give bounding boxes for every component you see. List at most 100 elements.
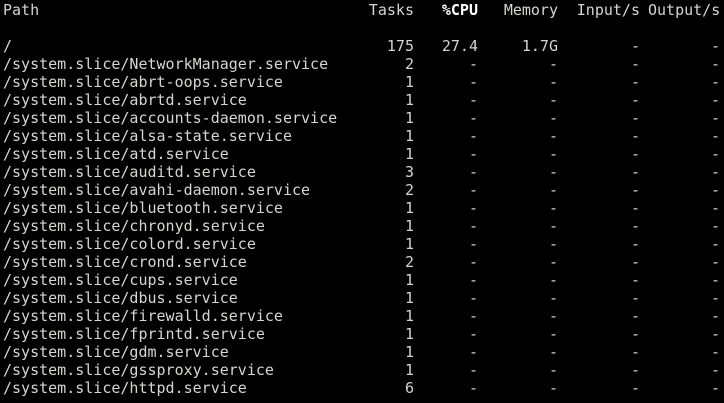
cell-cpu: -: [468, 199, 478, 217]
cell-tasks: 1: [404, 199, 414, 217]
table-row[interactable]: /system.slice/dbus.service 1 - - - -: [0, 289, 724, 307]
cell-tasks: 1: [404, 109, 414, 127]
cell-cpu: -: [468, 127, 478, 145]
cell-memory: 1.7G: [521, 37, 558, 55]
cell-cpu: -: [468, 91, 478, 109]
table-row[interactable]: /system.slice/abrtd.service 1 - - - -: [0, 91, 724, 109]
cell-path: /system.slice/httpd.service: [3, 379, 247, 397]
cell-memory: -: [548, 253, 558, 271]
cell-path: /system.slice/firewalld.service: [3, 307, 283, 325]
cell-path: /system.slice/avahi-daemon.service: [3, 181, 311, 199]
cell-output: -: [710, 343, 720, 361]
cell-input: -: [630, 325, 640, 343]
cell-memory: -: [548, 361, 558, 379]
cell-path: /system.slice/bluetooth.service: [3, 199, 283, 217]
cell-cpu: -: [468, 289, 478, 307]
cell-tasks: 2: [404, 253, 414, 271]
cell-tasks: 1: [404, 361, 414, 379]
table-row[interactable]: /system.slice/auditd.service 3 - - - -: [0, 163, 724, 181]
cell-output: -: [710, 109, 720, 127]
cell-output: -: [710, 127, 720, 145]
cell-path: /system.slice/abrtd.service: [3, 91, 247, 109]
cell-memory: -: [548, 217, 558, 235]
cell-output: -: [710, 307, 720, 325]
cell-path: /system.slice/auditd.service: [3, 163, 256, 181]
cell-cpu: -: [468, 73, 478, 91]
cell-cpu: -: [468, 271, 478, 289]
cell-input: -: [630, 163, 640, 181]
column-header-memory[interactable]: Memory: [486, 1, 558, 19]
cell-path: /system.slice/alsa-state.service: [3, 127, 292, 145]
table-row[interactable]: / 175 27.4 1.7G - -: [0, 37, 724, 55]
table-row[interactable]: /system.slice/firewalld.service 1 - - - -: [0, 307, 724, 325]
cell-tasks: 1: [404, 343, 414, 361]
cell-input: -: [630, 379, 640, 397]
table-row[interactable]: /system.slice/gdm.service 1 - - - -: [0, 343, 724, 361]
cell-output: -: [710, 253, 720, 271]
cell-path: /system.slice/gdm.service: [3, 343, 229, 361]
cell-path: /system.slice/atd.service: [3, 145, 229, 163]
cell-tasks: 1: [404, 145, 414, 163]
table-row[interactable]: /system.slice/cups.service 1 - - - -: [0, 271, 724, 289]
cell-memory: -: [548, 91, 558, 109]
table-row[interactable]: /system.slice/avahi-daemon.service 2 - - - -: [0, 181, 724, 199]
column-header-output[interactable]: Output/s: [648, 1, 720, 19]
cell-input: -: [630, 235, 640, 253]
cell-memory: -: [548, 55, 558, 73]
column-header-tasks[interactable]: Tasks: [352, 1, 414, 19]
terminal-window[interactable]: Path Tasks %CPU Memory Input/s Output/s …: [0, 0, 724, 403]
cell-input: -: [630, 307, 640, 325]
cell-tasks: 175: [386, 37, 414, 55]
cell-output: -: [710, 325, 720, 343]
cell-cpu: -: [468, 235, 478, 253]
cell-memory: -: [548, 181, 558, 199]
cell-tasks: 1: [404, 235, 414, 253]
cell-output: -: [710, 163, 720, 181]
cell-memory: -: [548, 199, 558, 217]
table-row[interactable]: /system.slice/NetworkManager.service 2 - - -…: [0, 55, 724, 73]
cell-output: -: [710, 37, 720, 55]
cell-cpu: -: [468, 181, 478, 199]
cell-output: -: [710, 361, 720, 379]
cell-cpu: -: [468, 325, 478, 343]
table-row[interactable]: /system.slice/chronyd.service 1 - - - -: [0, 217, 724, 235]
cell-memory: -: [548, 379, 558, 397]
cell-input: -: [630, 361, 640, 379]
cell-tasks: 1: [404, 271, 414, 289]
cell-memory: -: [548, 271, 558, 289]
cell-tasks: 6: [404, 379, 414, 397]
cell-path: /system.slice/crond.service: [3, 253, 247, 271]
cell-tasks: 1: [404, 91, 414, 109]
table-row[interactable]: /system.slice/accounts-daemon.service 1 - -…: [0, 109, 724, 127]
table-row[interactable]: /system.slice/atd.service 1 - - - -: [0, 145, 724, 163]
cell-output: -: [710, 217, 720, 235]
table-row[interactable]: /system.slice/bluetooth.service 1 - - - -: [0, 199, 724, 217]
cell-path: /system.slice/gssproxy.service: [3, 361, 274, 379]
cell-memory: -: [548, 235, 558, 253]
cell-tasks: 1: [404, 307, 414, 325]
cell-input: -: [630, 253, 640, 271]
cell-path: /system.slice/abrt-oops.service: [3, 73, 283, 91]
cell-cpu: -: [468, 217, 478, 235]
column-header-cpu[interactable]: %CPU: [422, 1, 478, 19]
cell-input: -: [630, 271, 640, 289]
cell-path: /system.slice/dbus.service: [3, 289, 238, 307]
table-row[interactable]: /system.slice/alsa-state.service 1 - - - -: [0, 127, 724, 145]
column-header-input[interactable]: Input/s: [566, 1, 640, 19]
cell-output: -: [710, 181, 720, 199]
table-row[interactable]: /system.slice/colord.service 1 - - - -: [0, 235, 724, 253]
cell-input: -: [630, 145, 640, 163]
column-header-path[interactable]: Path: [3, 1, 39, 19]
cell-tasks: 1: [404, 73, 414, 91]
cell-output: -: [710, 73, 720, 91]
table-row[interactable]: /system.slice/crond.service 2 - - - -: [0, 253, 724, 271]
cell-output: -: [710, 199, 720, 217]
cell-input: -: [630, 217, 640, 235]
cell-input: -: [630, 343, 640, 361]
table-row[interactable]: /system.slice/gssproxy.service 1 - - - -: [0, 361, 724, 379]
cell-memory: -: [548, 343, 558, 361]
table-row[interactable]: /system.slice/httpd.service 6 - - - -: [0, 379, 724, 397]
cell-cpu: -: [468, 343, 478, 361]
table-row[interactable]: /system.slice/fprintd.service 1 - - - -: [0, 325, 724, 343]
table-row[interactable]: /system.slice/abrt-oops.service 1 - - - -: [0, 73, 724, 91]
